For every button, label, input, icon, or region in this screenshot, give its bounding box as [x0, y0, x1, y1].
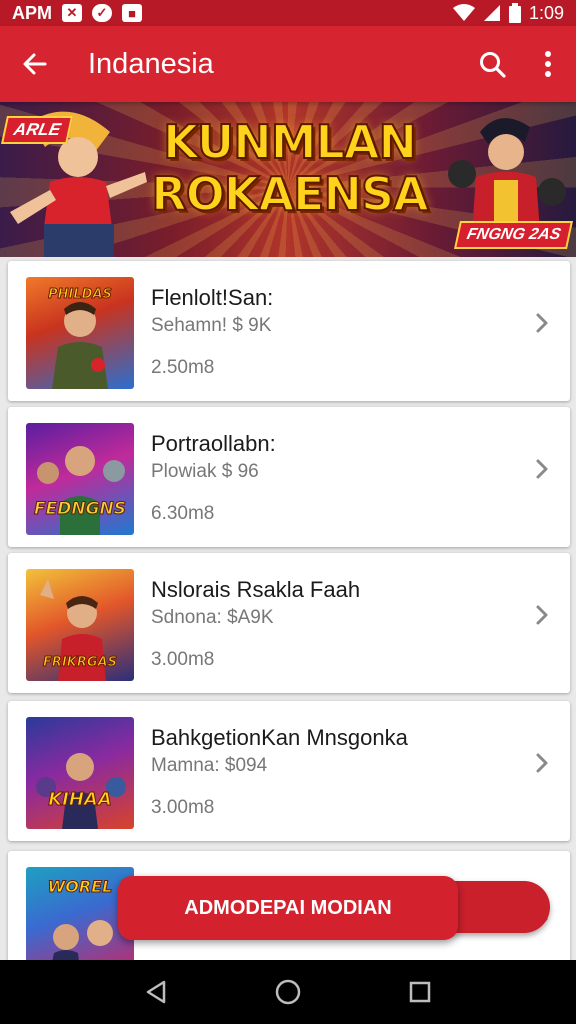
promo-banner[interactable]: ARLE KUNMLAN ROKAENSA FNGNG 2AS: [0, 102, 576, 257]
nav-back-button[interactable]: [136, 972, 176, 1012]
game-thumbnail: FEDNGNS: [26, 423, 134, 535]
status-right: 1:09: [452, 2, 564, 24]
list-item[interactable]: KIHAA BahkgetionKan Mnsgonka Mamna: $094…: [8, 701, 570, 841]
battery-icon: [508, 3, 521, 23]
thumbnail-label: FEDNGNS: [34, 499, 127, 520]
more-vertical-icon: [545, 51, 551, 77]
x-box-icon: ✕: [62, 4, 82, 22]
circle-home-icon: [275, 979, 301, 1005]
item-size: 3.00m8: [151, 649, 215, 670]
item-size: 3.00m8: [151, 797, 215, 818]
banner-title-line2: ROKAENSA: [150, 167, 429, 221]
primary-action-button[interactable]: ADMODEPAI MODIAN: [118, 876, 458, 940]
clock-label: 1:09: [528, 2, 564, 23]
list-item[interactable]: FRIKRGAS Nslorais Rsakla Faah Sdnona: $A…: [8, 553, 570, 693]
thumbnail-character: [36, 753, 126, 829]
thumbnail-label: KIHAA: [48, 789, 113, 811]
item-subtitle: Mamna: $094: [151, 755, 268, 776]
item-title: Flenlolt!San:: [151, 285, 274, 310]
banner-title: KUNMLAN ROKAENSA: [132, 115, 447, 221]
status-left: APM ✕ ✓ ■: [12, 3, 142, 24]
item-title: Nslorais Rsakla Faah: [151, 577, 361, 602]
item-subtitle: Sehamn! $ 9K: [151, 315, 272, 336]
banner-tag-right: FNGNG 2AS: [453, 221, 573, 249]
chevron-right-icon: [536, 753, 548, 773]
list-item[interactable]: PHILDAS Flenlolt!San: Sehamn! $ 9K 2.50m…: [8, 261, 570, 401]
game-thumbnail: PHILDAS: [26, 277, 134, 389]
chevron-right-icon: [536, 313, 548, 333]
chevron-right-icon: [536, 459, 548, 479]
item-size: 6.30m8: [151, 503, 215, 524]
game-thumbnail: KIHAA: [26, 717, 134, 829]
app-actions: [464, 26, 576, 102]
game-thumbnail: FRIKRGAS: [26, 569, 134, 681]
wifi-icon: [452, 4, 475, 21]
item-title: Portraollabn:: [151, 431, 276, 456]
list-item[interactable]: FEDNGNS Portraollabn: Plowiak $ 96 6.30m…: [8, 407, 570, 547]
arrow-left-icon: [23, 53, 47, 75]
page-title: Indanesia: [88, 47, 214, 80]
thumbnail-label: PHILDAS: [48, 287, 113, 303]
status-bar: APM ✕ ✓ ■ 1:09: [0, 0, 576, 26]
item-subtitle: Plowiak $ 96: [151, 461, 259, 482]
search-button[interactable]: [464, 26, 520, 102]
item-title: BahkgetionKan Mnsgonka: [151, 725, 408, 750]
thumbnail-label: WOREL: [47, 877, 113, 897]
chevron-right-icon: [536, 605, 548, 625]
app-bar: Indanesia: [0, 26, 576, 102]
item-subtitle: Sdnona: $A9K: [151, 607, 274, 628]
nav-recents-button[interactable]: [400, 972, 440, 1012]
shield-icon: ✓: [92, 4, 112, 22]
nav-home-button[interactable]: [268, 972, 308, 1012]
square-icon: ■: [122, 4, 142, 22]
carrier-label: APM: [12, 2, 52, 23]
item-size: 2.50m8: [151, 357, 215, 378]
search-icon: [480, 52, 506, 78]
system-nav-bar: [0, 960, 576, 1024]
signal-icon: [483, 5, 500, 21]
triangle-back-icon: [146, 980, 166, 1004]
square-recents-icon: [409, 981, 431, 1003]
banner-title-line1: KUNMLAN: [162, 115, 418, 169]
back-button[interactable]: [0, 26, 70, 102]
thumbnail-label: FRIKRGAS: [43, 655, 118, 671]
banner-tag-left: ARLE: [1, 116, 74, 144]
fab-container: ADMODEPAI MODIAN: [118, 876, 550, 940]
more-options-button[interactable]: [520, 26, 576, 102]
